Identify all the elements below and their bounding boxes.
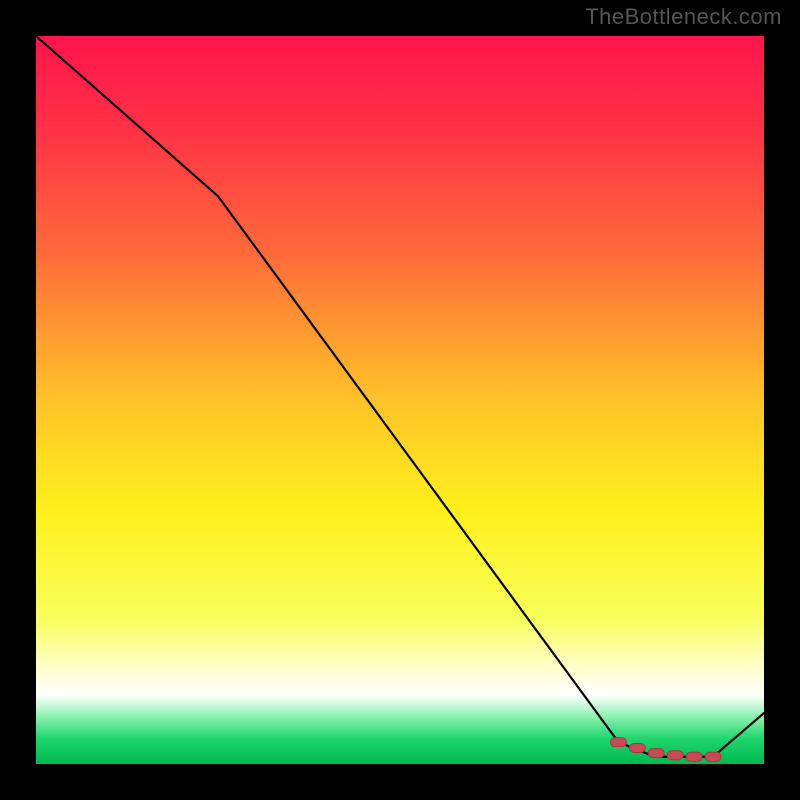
plot-area: [36, 36, 764, 764]
chart-frame: TheBottleneck.com: [0, 0, 800, 800]
data-marker: [629, 743, 645, 752]
data-marker: [610, 738, 626, 747]
data-marker: [648, 749, 664, 758]
chart-svg: [36, 36, 764, 764]
data-marker: [686, 752, 702, 761]
data-marker: [705, 752, 721, 761]
watermark-text: TheBottleneck.com: [585, 4, 782, 30]
gradient-background: [36, 36, 764, 764]
data-marker: [667, 751, 683, 760]
